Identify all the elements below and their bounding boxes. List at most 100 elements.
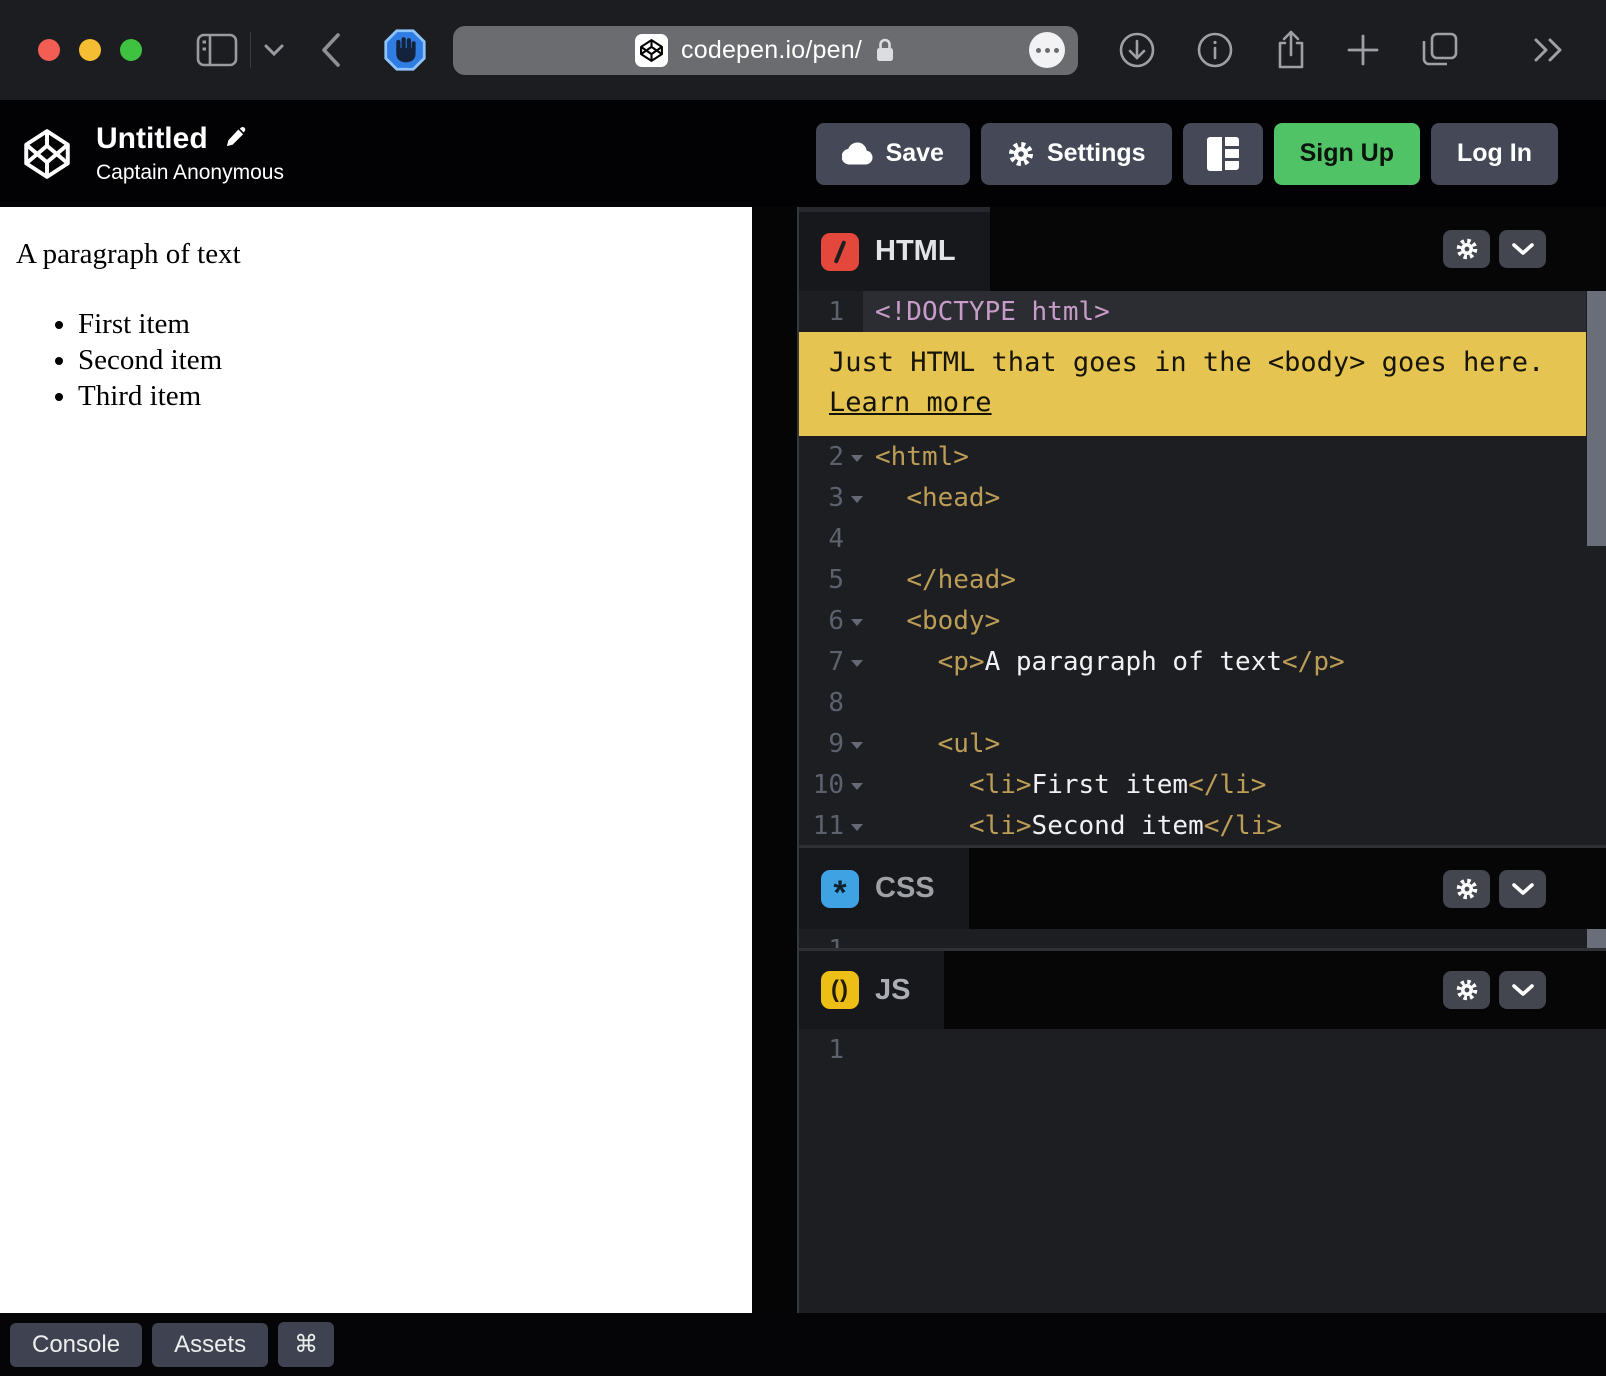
code-text[interactable] — [863, 682, 1606, 723]
change-view-button[interactable] — [1183, 123, 1263, 185]
more-options-icon[interactable] — [1029, 32, 1065, 68]
line-number-gutter: 8 — [799, 688, 863, 718]
fold-arrow-icon[interactable] — [851, 824, 863, 837]
log-in-button[interactable]: Log In — [1431, 123, 1558, 185]
line-number: 1 — [828, 297, 844, 327]
learn-more-link[interactable]: Learn more — [829, 383, 992, 423]
edit-title-icon[interactable] — [222, 126, 248, 152]
pane-resizer[interactable] — [752, 207, 797, 1313]
code-line[interactable]: 8 — [799, 682, 1606, 723]
traffic-lights — [38, 39, 142, 61]
content-blocker-icon[interactable] — [383, 28, 427, 72]
save-button[interactable]: Save — [816, 123, 970, 185]
css-settings-button[interactable] — [1443, 870, 1490, 908]
code-text[interactable]: <li>Second item</li> — [863, 805, 1606, 845]
codepen-header: Untitled Captain Anonymous Save — [0, 100, 1606, 207]
window-minimize-button[interactable] — [79, 39, 101, 61]
line-number: 7 — [828, 647, 844, 677]
code-line[interactable]: 4 — [799, 518, 1606, 559]
html-collapse-button[interactable] — [1499, 230, 1546, 268]
code-line[interactable]: 5 </head> — [799, 559, 1606, 600]
code-line[interactable]: 2<html> — [799, 436, 1606, 477]
line-number-gutter: 7 — [799, 647, 863, 677]
address-bar[interactable]: codepen.io/pen/ — [453, 26, 1078, 75]
code-text[interactable]: <ul> — [863, 723, 1606, 764]
code-text[interactable]: <!DOCTYPE html> — [863, 291, 1586, 332]
toolbar-divider — [250, 32, 251, 68]
js-panel-header: () JS — [799, 951, 1606, 1029]
toolbar-overflow-icon[interactable] — [1532, 37, 1566, 63]
html-editor-scrollbar[interactable] — [1587, 291, 1606, 546]
code-line[interactable]: 1 — [799, 1029, 1606, 1070]
console-button[interactable]: Console — [10, 1323, 142, 1367]
code-line[interactable]: 1 — [799, 929, 1606, 948]
html-settings-button[interactable] — [1443, 230, 1490, 268]
code-line[interactable]: 9 <ul> — [799, 723, 1606, 764]
assets-button[interactable]: Assets — [152, 1323, 268, 1367]
settings-button[interactable]: Settings — [981, 123, 1172, 185]
code-text[interactable]: </head> — [863, 559, 1606, 600]
codepen-logo[interactable] — [22, 127, 72, 181]
code-line[interactable]: 3 <head> — [799, 477, 1606, 518]
line-number-gutter: 3 — [799, 483, 863, 513]
tab-html[interactable]: HTML — [799, 207, 990, 291]
back-button[interactable] — [319, 31, 343, 69]
fold-arrow-icon[interactable] — [851, 496, 863, 509]
sidebar-icon[interactable] — [196, 33, 238, 67]
code-line[interactable]: 7 <p>A paragraph of text</p> — [799, 641, 1606, 682]
tab-js[interactable]: () JS — [799, 951, 944, 1029]
js-settings-button[interactable] — [1443, 971, 1490, 1009]
fold-arrow-icon[interactable] — [851, 619, 863, 632]
code-line[interactable]: 6 <body> — [799, 600, 1606, 641]
css-collapse-button[interactable] — [1499, 870, 1546, 908]
code-text[interactable] — [863, 518, 1606, 559]
code-text[interactable]: <html> — [863, 436, 1606, 477]
js-code-editor[interactable]: 1 — [799, 1029, 1606, 1313]
share-icon[interactable] — [1274, 29, 1308, 71]
code-line[interactable]: 1 <!DOCTYPE html> — [799, 291, 1606, 332]
code-text[interactable] — [863, 1029, 1606, 1070]
keyboard-shortcuts-button[interactable]: ⌘ — [278, 1322, 334, 1367]
url-text: codepen.io/pen/ — [681, 36, 862, 65]
code-line[interactable]: 10 <li>First item</li> — [799, 764, 1606, 805]
css-code-editor[interactable]: 1 — [799, 929, 1606, 948]
tab-overview-icon[interactable] — [1420, 31, 1460, 69]
fold-arrow-icon[interactable] — [851, 783, 863, 796]
window-zoom-button[interactable] — [120, 39, 142, 61]
log-in-label: Log In — [1457, 139, 1532, 168]
js-badge-icon: () — [821, 971, 859, 1009]
gear-icon — [1455, 978, 1479, 1002]
fold-arrow-icon[interactable] — [851, 742, 863, 755]
code-text[interactable]: <head> — [863, 477, 1606, 518]
line-number: 3 — [828, 483, 844, 513]
preview-list: First itemSecond itemThird item — [16, 306, 742, 414]
new-tab-icon[interactable] — [1346, 33, 1380, 67]
line-number: 10 — [813, 770, 844, 800]
js-collapse-button[interactable] — [1499, 971, 1546, 1009]
line-number: 4 — [828, 524, 844, 554]
code-text[interactable]: <body> — [863, 600, 1606, 641]
layout-icon — [1207, 137, 1239, 171]
line-number-gutter: 6 — [799, 606, 863, 636]
code-line[interactable]: 11 <li>Second item</li> — [799, 805, 1606, 845]
info-icon[interactable] — [1196, 31, 1234, 69]
css-editor-scrollbar[interactable] — [1587, 929, 1606, 948]
chevron-down-icon — [1511, 882, 1535, 896]
lock-icon — [874, 36, 896, 64]
code-text[interactable] — [863, 929, 1606, 948]
css-tab-label: CSS — [875, 872, 935, 905]
window-close-button[interactable] — [38, 39, 60, 61]
html-code-editor[interactable]: 1<!DOCTYPE html>Just HTML that goes in t… — [799, 291, 1606, 845]
tab-css[interactable]: * CSS — [799, 848, 969, 929]
chevron-down-icon[interactable] — [263, 43, 285, 57]
sign-up-button[interactable]: Sign Up — [1274, 123, 1420, 185]
gear-icon — [1007, 140, 1035, 168]
sign-up-label: Sign Up — [1300, 139, 1394, 168]
preview-list-item: Second item — [78, 342, 742, 378]
code-text[interactable]: <p>A paragraph of text</p> — [863, 641, 1606, 682]
fold-arrow-icon[interactable] — [851, 455, 863, 468]
js-tab-label: JS — [875, 974, 910, 1007]
code-text[interactable]: <li>First item</li> — [863, 764, 1606, 805]
fold-arrow-icon[interactable] — [851, 660, 863, 673]
download-icon[interactable] — [1118, 31, 1156, 69]
